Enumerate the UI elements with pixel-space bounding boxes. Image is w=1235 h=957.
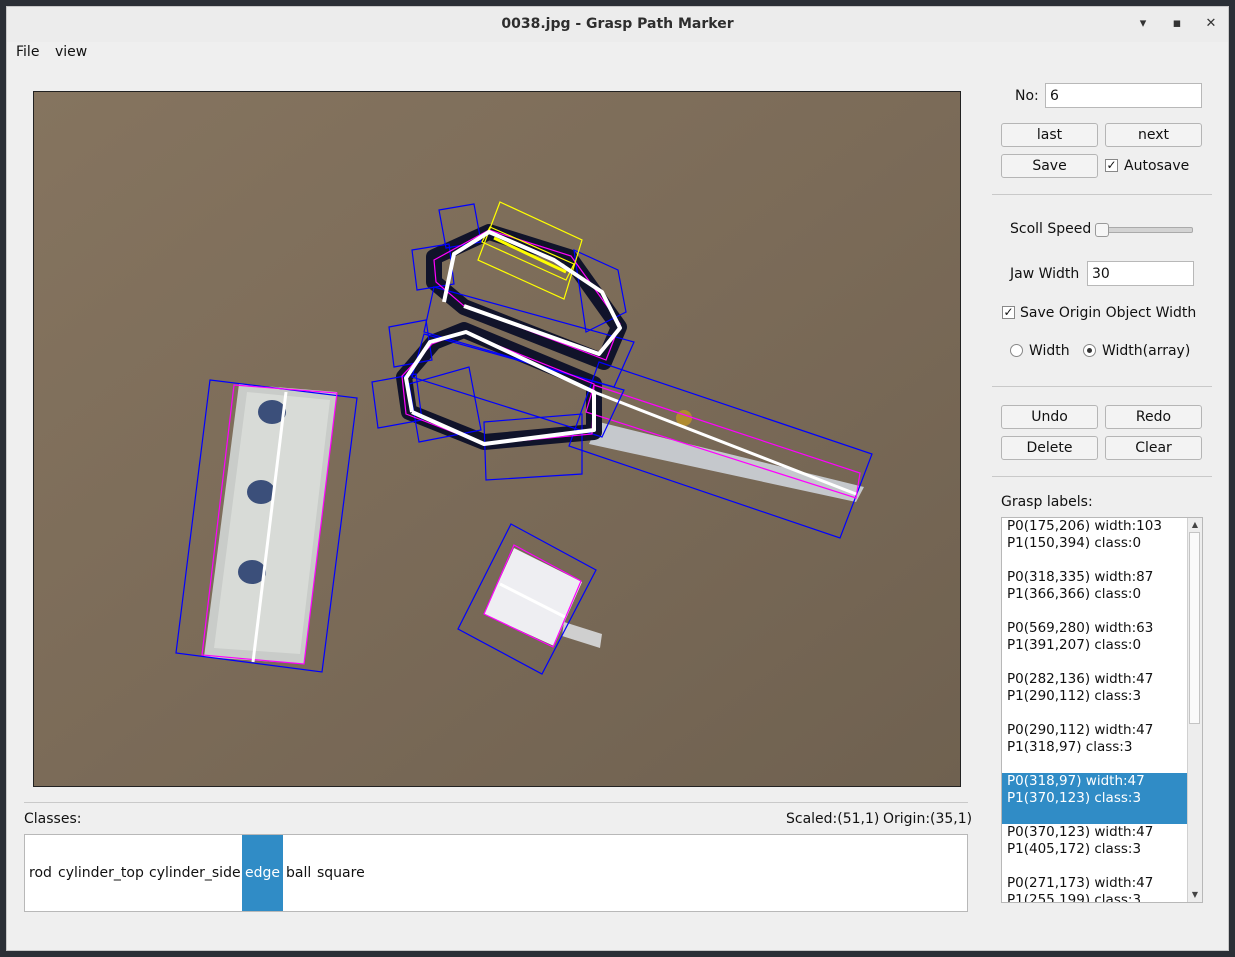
grasp-list-scrollbar[interactable]: ▲ ▼	[1187, 518, 1202, 902]
autosave-checkbox[interactable]: ✓	[1105, 159, 1118, 172]
grasp-label-item[interactable]: P0(318,335) width:87 P1(366,366) class:0	[1002, 569, 1188, 620]
autosave-label: Autosave	[1124, 158, 1190, 174]
grasp-label-item[interactable]: P0(282,136) width:47 P1(290,112) class:3	[1002, 671, 1188, 722]
width-radio[interactable]	[1010, 344, 1023, 357]
grasp-labels-list[interactable]: P0(175,206) width:103 P1(150,394) class:0…	[1001, 517, 1203, 903]
scroll-speed-track[interactable]	[1097, 227, 1193, 233]
jaw-width-input[interactable]	[1087, 261, 1194, 286]
classes-label: Classes:	[24, 811, 82, 827]
class-edge[interactable]: edge	[242, 835, 283, 911]
panel-separator-2	[992, 386, 1212, 387]
grasp-label-item[interactable]: P0(290,112) width:47 P1(318,97) class:3	[1002, 722, 1188, 773]
main-window: 0038.jpg - Grasp Path Marker ▾ ▪ ✕ File …	[6, 6, 1229, 951]
class-square[interactable]: square	[314, 835, 368, 911]
annotated-image[interactable]	[34, 92, 960, 786]
menu-bar: File view	[7, 42, 1228, 64]
width-radio-label: Width	[1029, 343, 1070, 359]
panel-separator-1	[992, 194, 1212, 195]
next-button[interactable]: next	[1105, 123, 1202, 147]
origin-coordinates: Origin:(35,1)	[883, 811, 973, 827]
bottom-separator	[24, 802, 968, 803]
title-bar: 0038.jpg - Grasp Path Marker ▾ ▪ ✕	[7, 7, 1228, 43]
save-button[interactable]: Save	[1001, 154, 1098, 178]
grasp-label-item[interactable]: P0(569,280) width:63 P1(391,207) class:0	[1002, 620, 1188, 671]
scroll-speed-label: Scoll Speed	[1010, 221, 1092, 237]
close-button[interactable]: ✕	[1202, 15, 1220, 33]
grasp-label-item[interactable]: P0(271,173) width:47 P1(255,199) class:3	[1002, 875, 1188, 902]
redo-button[interactable]: Redo	[1105, 405, 1202, 429]
maximize-button[interactable]: ▪	[1168, 15, 1186, 33]
panel-separator-3	[992, 476, 1212, 477]
menu-file[interactable]: File	[16, 44, 39, 60]
classes-list: rod cylinder_top cylinder_side edge ball…	[24, 834, 968, 912]
grasp-label-item[interactable]: P0(370,123) width:47 P1(405,172) class:3	[1002, 824, 1188, 875]
image-canvas[interactable]	[33, 91, 961, 787]
save-origin-checkbox[interactable]: ✓	[1002, 306, 1015, 319]
class-cylinder-top[interactable]: cylinder_top	[55, 835, 147, 911]
width-array-radio[interactable]	[1083, 344, 1096, 357]
clear-button[interactable]: Clear	[1105, 436, 1202, 460]
class-cylinder-side[interactable]: cylinder_side	[146, 835, 244, 911]
width-array-radio-label: Width(array)	[1102, 343, 1191, 359]
undo-button[interactable]: Undo	[1001, 405, 1098, 429]
scroll-down-icon[interactable]: ▼	[1188, 888, 1202, 902]
scroll-speed-handle[interactable]	[1095, 223, 1109, 237]
window-title: 0038.jpg - Grasp Path Marker	[501, 16, 734, 32]
scrollbar-thumb[interactable]	[1189, 532, 1200, 724]
no-label: No:	[1015, 88, 1039, 104]
last-button[interactable]: last	[1001, 123, 1098, 147]
scroll-up-icon[interactable]: ▲	[1188, 518, 1202, 532]
minimize-button[interactable]: ▾	[1134, 15, 1152, 33]
jaw-width-label: Jaw Width	[1010, 266, 1080, 282]
grasp-label-item-selected[interactable]: P0(318,97) width:47 P1(370,123) class:3	[1002, 773, 1188, 824]
save-origin-label: Save Origin Object Width	[1020, 305, 1197, 321]
menu-view[interactable]: view	[55, 44, 87, 60]
class-ball[interactable]: ball	[283, 835, 314, 911]
delete-button[interactable]: Delete	[1001, 436, 1098, 460]
class-rod[interactable]: rod	[26, 835, 55, 911]
grasp-label-item[interactable]: P0(175,206) width:103 P1(150,394) class:0	[1002, 518, 1188, 569]
no-input[interactable]	[1045, 83, 1202, 108]
grasp-labels-title: Grasp labels:	[1001, 494, 1093, 510]
scaled-coordinates: Scaled:(51,1)	[786, 811, 880, 827]
